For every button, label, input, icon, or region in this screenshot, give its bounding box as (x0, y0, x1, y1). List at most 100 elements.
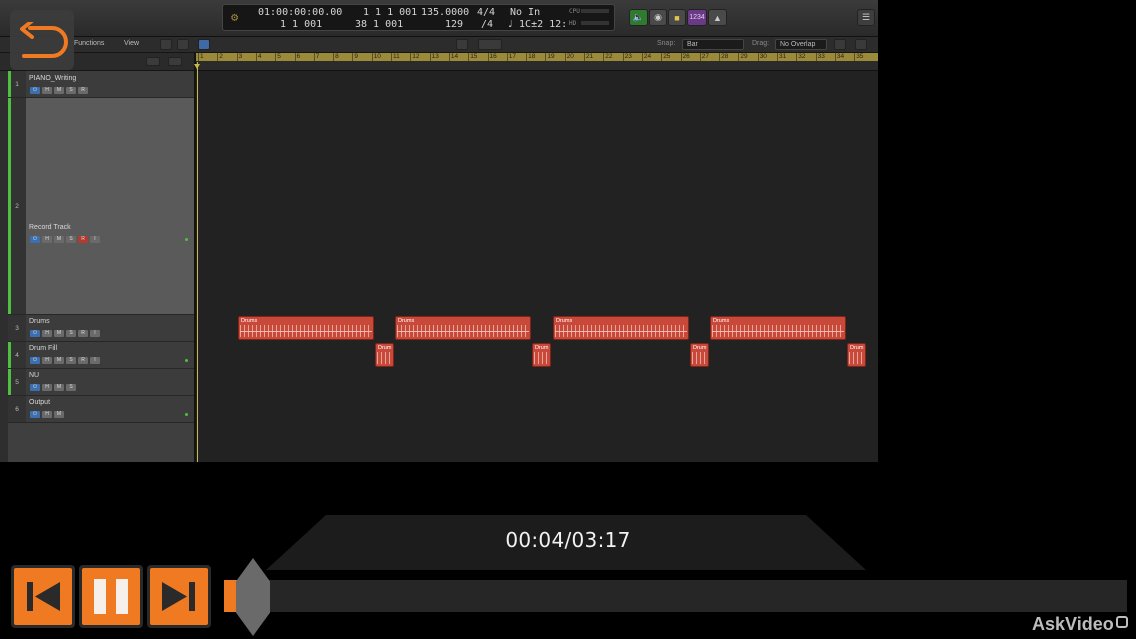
lcd-gear-icon[interactable]: ⚙ (231, 11, 243, 23)
hide-button[interactable]: H (42, 357, 52, 364)
hide-button[interactable]: H (42, 384, 52, 391)
track-header[interactable]: 5 NU ⏻ H M S (8, 369, 194, 396)
zoom-fit-icon[interactable] (177, 39, 189, 50)
hd-meter (581, 21, 609, 25)
hide-button[interactable]: H (42, 236, 52, 243)
cpu-label: CPU (569, 8, 580, 15)
mute-button[interactable]: M (54, 357, 64, 364)
track-on-button[interactable]: ⏻ (30, 330, 40, 337)
view-menu[interactable]: View (124, 40, 139, 47)
ruler-bar-number: 4 (257, 53, 262, 60)
pencil-tool-icon[interactable] (478, 39, 502, 50)
pause-button[interactable] (79, 565, 143, 628)
ruler-bar-number: 23 (624, 53, 632, 60)
pause-icon (94, 579, 128, 614)
metronome-icon[interactable]: ▲ (708, 9, 727, 26)
drag-select[interactable]: No Overlap (775, 39, 827, 50)
solo-button[interactable]: S (66, 236, 76, 243)
input-monitor-button[interactable]: I (90, 357, 100, 364)
region-waveform (692, 352, 707, 364)
record-button[interactable]: R (78, 330, 88, 337)
track-name[interactable]: NU (29, 372, 39, 379)
playhead[interactable] (197, 62, 198, 462)
track-list: 1 PIANO_Writing ⏻ H M S R 2 Record Track ⏻ H M S R I 3 D… (8, 71, 194, 462)
lock-icon[interactable]: ■ (668, 9, 686, 26)
record-button[interactable]: R (78, 236, 88, 243)
track-header[interactable]: 4 Drum Fill ⏻ H M S R I (8, 342, 194, 369)
input-monitor-button[interactable]: I (90, 330, 100, 337)
region-waveform (712, 325, 844, 337)
horizontal-zoom-icon[interactable] (834, 39, 846, 50)
drums-region[interactable]: Drums (553, 316, 689, 340)
mute-button[interactable]: M (54, 384, 64, 391)
speaker-icon[interactable]: 🔈 (629, 9, 648, 26)
vertical-zoom-icon[interactable] (855, 39, 867, 50)
ruler-bar-number: 27 (701, 53, 710, 60)
next-button[interactable] (147, 565, 211, 628)
drum-fill-region[interactable]: Drum (847, 343, 866, 367)
track-header[interactable]: 1 PIANO_Writing ⏻ H M S R (8, 71, 194, 98)
list-editors-icon[interactable]: ☰ (857, 9, 875, 26)
track-on-button[interactable]: ⏻ (30, 87, 40, 94)
mute-button[interactable]: M (54, 87, 64, 94)
functions-menu[interactable]: Functions (74, 40, 104, 47)
back-button[interactable] (10, 10, 74, 70)
previous-button[interactable] (11, 565, 75, 628)
drum-fill-region[interactable]: Drum (532, 343, 551, 367)
ruler-bar-number: 15 (470, 53, 478, 60)
track-header[interactable]: 3 Drums ⏻ H M S R I (8, 315, 194, 342)
solo-button[interactable]: S (66, 384, 76, 391)
back-arrow-icon (20, 22, 68, 58)
drums-region[interactable]: Drums (710, 316, 846, 340)
lcd-display[interactable]: ⚙ 01:00:00:00.00 1 1 1 001 1 1 001 38 1 … (222, 4, 615, 31)
track-name[interactable]: Drum Fill (29, 345, 57, 352)
replace-icon[interactable]: ◉ (649, 9, 667, 26)
solo-button[interactable]: S (66, 330, 76, 337)
solo-button[interactable]: S (66, 357, 76, 364)
record-button[interactable]: R (78, 357, 88, 364)
track-on-button[interactable]: ⏻ (30, 384, 40, 391)
track-header[interactable]: 6 Output ⏻ H M (8, 396, 194, 423)
drums-region[interactable]: Drums (395, 316, 531, 340)
pointer-tool-icon[interactable] (456, 39, 468, 50)
track-options-icon[interactable] (168, 57, 182, 66)
track-on-button[interactable]: ⏻ (30, 411, 40, 418)
snap-select[interactable]: Bar (682, 39, 744, 50)
ruler-bar-number: 34 (836, 53, 845, 60)
catch-icon[interactable] (160, 39, 172, 50)
solo-button[interactable]: S (66, 87, 76, 94)
mute-button[interactable]: M (54, 236, 64, 243)
mute-button[interactable]: M (54, 330, 64, 337)
ruler-bar-number: 29 (740, 53, 748, 60)
region-name: Drum (693, 345, 707, 351)
arrange-area[interactable]: Drums Drums Drums Drums Drum Drum Drum Drum (196, 71, 878, 462)
hide-button[interactable]: H (42, 87, 52, 94)
track-name[interactable]: Record Track (29, 224, 71, 231)
track-name[interactable]: Drums (29, 318, 50, 325)
drum-fill-region[interactable]: Drum (690, 343, 709, 367)
flex-icon[interactable] (198, 39, 210, 50)
drums-region[interactable]: Drums (238, 316, 374, 340)
ruler-bar-number: 26 (682, 53, 690, 60)
track-name[interactable]: Output (29, 399, 50, 406)
seek-bar[interactable] (224, 580, 1127, 612)
track-header[interactable]: 2 Record Track ⏻ H M S R I (8, 98, 194, 315)
seek-knob[interactable] (236, 558, 270, 636)
add-track-icon[interactable] (146, 57, 160, 66)
track-buttons: ⏻ H M S (30, 384, 76, 391)
input-monitor-button[interactable]: I (90, 236, 100, 243)
ruler-bar-number: 24 (643, 53, 652, 60)
hide-button[interactable]: H (42, 411, 52, 418)
tuner-button[interactable]: 1234 (687, 9, 707, 26)
record-button[interactable]: R (78, 87, 88, 94)
track-name[interactable]: PIANO_Writing (29, 75, 76, 82)
drum-fill-region[interactable]: Drum (375, 343, 394, 367)
track-on-button[interactable]: ⏻ (30, 357, 40, 364)
ruler-bar-number: 5 (277, 53, 281, 60)
speech-bubble-icon (1115, 616, 1128, 628)
playhead-marker[interactable] (194, 64, 200, 69)
bar-ruler[interactable]: 1 2 3 4 5 6 7 8 9 10 11 12 13 14 15 16 17 18 19 20 21 22 23 24 2… (196, 53, 878, 71)
mute-button[interactable]: M (54, 411, 64, 418)
track-on-button[interactable]: ⏻ (30, 236, 40, 243)
hide-button[interactable]: H (42, 330, 52, 337)
